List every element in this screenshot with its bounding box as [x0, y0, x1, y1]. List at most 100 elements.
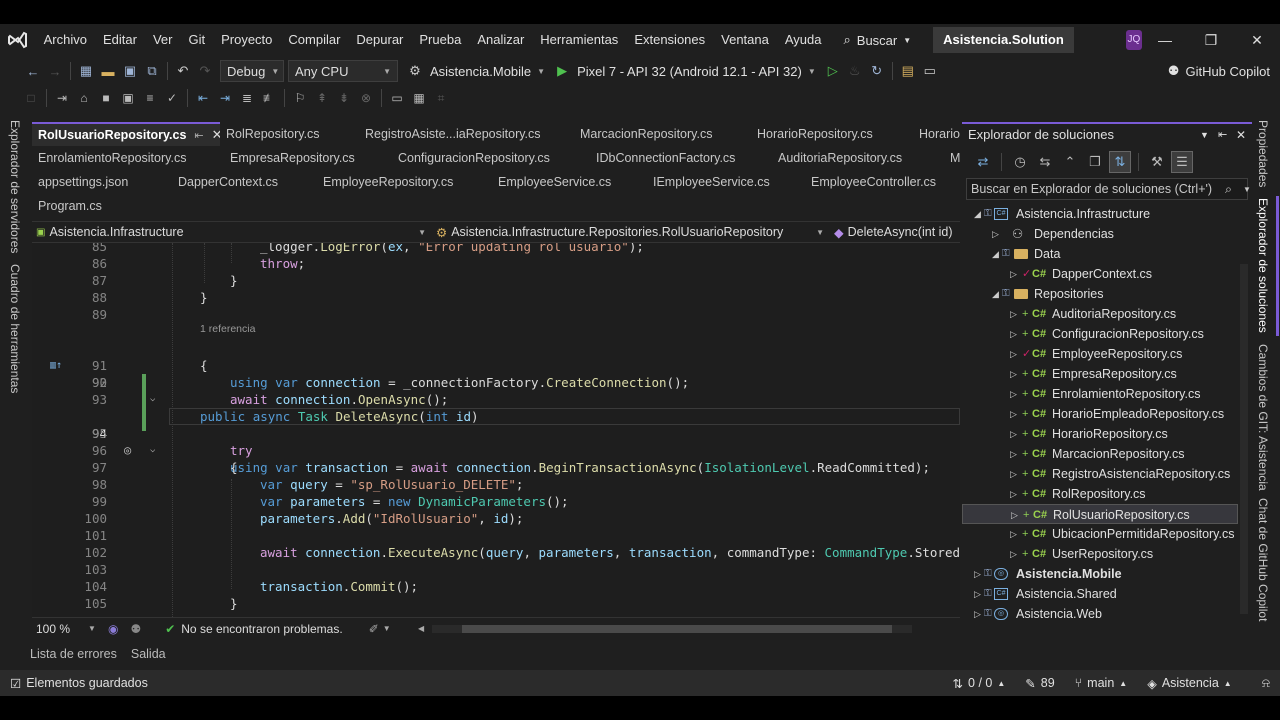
brush-icon[interactable]: ✐ — [369, 622, 379, 636]
tab-horariorepository[interactable]: HorarioRepository.cs — [751, 122, 913, 146]
collapsed-arrow-icon[interactable]: ▷ — [1010, 384, 1017, 404]
pin-icon[interactable]: ⇤ — [194, 130, 203, 142]
tab-m[interactable]: M — [944, 146, 960, 170]
clear-bookmarks-icon[interactable]: ⊗ — [355, 87, 377, 109]
export-icon[interactable]: ⇥ — [51, 87, 73, 109]
open-folder-icon[interactable]: ▬ — [97, 60, 119, 82]
collapsed-arrow-icon[interactable]: ▷ — [1010, 444, 1017, 464]
vertical-scrollbar[interactable] — [1240, 264, 1248, 614]
startup-project-select[interactable]: Asistencia.Mobile — [430, 64, 531, 79]
server-explorer-tab[interactable]: Explorador de servidores — [8, 120, 22, 253]
folder-icon[interactable]: ▤ — [897, 60, 919, 82]
new-project-icon[interactable]: ▦ — [75, 60, 97, 82]
tab-marcacionrepository[interactable]: MarcacionRepository.cs — [574, 122, 750, 146]
expanded-arrow-icon[interactable]: ◢ — [974, 204, 981, 224]
tree-file[interactable]: ▷ + C# UbicacionPermitidaRepository.cs — [962, 524, 1238, 544]
toolbox-tab[interactable]: Cuadro de herramientas — [8, 264, 22, 393]
tab-error-list[interactable]: Lista de errores — [30, 647, 117, 661]
menu-herramientas[interactable]: Herramientas — [532, 24, 626, 56]
bookmark-icon[interactable]: ⚐ — [289, 87, 311, 109]
tree-project-shared[interactable]: ▷ ⚿ C# Asistencia.Shared — [962, 584, 1238, 604]
search-button[interactable]: ⌕ Buscar ▼ — [836, 32, 920, 48]
collapsed-arrow-icon[interactable]: ▷ — [1010, 524, 1017, 544]
tree-file[interactable]: ▷ + C# UserRepository.cs — [962, 544, 1238, 564]
layout-icon[interactable]: ▭ — [919, 60, 941, 82]
wrench-icon[interactable]: ⚒ — [1146, 151, 1168, 173]
tab-employeeservice[interactable]: EmployeeService.cs — [492, 170, 648, 194]
properties-icon[interactable]: ⇅ — [1109, 151, 1131, 173]
tab-auditoriarepository[interactable]: AuditoriaRepository.cs — [772, 146, 944, 170]
chevron-down-icon[interactable]: ▼ — [383, 624, 391, 633]
tree-file[interactable]: ▷ + C# EmpresaRepository.cs — [962, 364, 1238, 384]
menu-ayuda[interactable]: Ayuda — [777, 24, 830, 56]
close-icon[interactable]: ✕ — [1236, 124, 1246, 146]
type-dropdown[interactable]: ⚙ Asistencia.Infrastructure.Repositories… — [432, 222, 830, 242]
tree-file[interactable]: ▷ + C# ConfiguracionRepository.cs — [962, 324, 1238, 344]
start-without-debugging-icon[interactable]: ▷ — [822, 60, 844, 82]
format-icon[interactable]: ≡ — [139, 87, 161, 109]
tab-enrolamientorepository[interactable]: EnrolamientoRepository.cs — [32, 146, 224, 170]
prev-bookmark-icon[interactable]: ⇞ — [311, 87, 333, 109]
tab-program[interactable]: Program.cs — [32, 194, 132, 218]
preview-icon[interactable]: ☰ — [1171, 151, 1193, 173]
tree-file[interactable]: ▷ ✓ C# DapperContext.cs — [962, 264, 1238, 284]
publish-icon[interactable]: ⌂ — [73, 87, 95, 109]
save-icon[interactable]: ▣ — [119, 60, 141, 82]
menu-extensiones[interactable]: Extensiones — [626, 24, 713, 56]
collapsed-arrow-icon[interactable]: ▷ — [1010, 324, 1017, 344]
member-dropdown[interactable]: ◆ DeleteAsync(int id) — [830, 222, 960, 242]
indent-icon[interactable]: ⇥ — [214, 87, 236, 109]
close-icon[interactable]: ✕ — [212, 127, 220, 142]
collapsed-arrow-icon[interactable]: ▷ — [1010, 424, 1017, 444]
menu-editar[interactable]: Editar — [95, 24, 145, 56]
collapsed-arrow-icon[interactable]: ▷ — [992, 224, 999, 244]
menu-archivo[interactable]: Archivo — [36, 24, 95, 56]
close-icon[interactable]: ✕ — [1234, 32, 1280, 49]
notifications-button[interactable]: ⍾ — [1242, 676, 1280, 691]
tree-file[interactable]: ▷ + C# AuditoriaRepository.cs — [962, 304, 1238, 324]
github-copilot-button[interactable]: ⚉ GitHub Copilot — [1168, 63, 1270, 79]
uncomment-icon[interactable]: ≢ — [258, 87, 280, 109]
breakpoint-icon[interactable]: □ — [20, 87, 42, 109]
tree-file[interactable]: ▷ + C# EnrolamientoRepository.cs — [962, 384, 1238, 404]
scrollbar-thumb[interactable] — [462, 625, 892, 633]
tab-configuracionrepository[interactable]: ConfiguracionRepository.cs — [392, 146, 590, 170]
tab-output[interactable]: Salida — [131, 647, 166, 661]
chevron-down-icon[interactable]: ▼ — [88, 624, 96, 633]
solution-explorer-tab[interactable]: Explorador de soluciones — [1256, 198, 1270, 333]
window-icon[interactable]: ▭ — [386, 87, 408, 109]
tab-dappercontext[interactable]: DapperContext.cs — [172, 170, 318, 194]
run-target-button[interactable]: Pixel 7 - API 32 (Android 12.1 - API 32) — [577, 64, 802, 79]
configuration-select[interactable]: Debug ▼ — [220, 60, 284, 82]
git-changes-tab[interactable]: Cambios de GIT: Asistencia — [1256, 344, 1270, 491]
scroll-left-icon[interactable]: ◀ — [418, 624, 424, 633]
tab-empresarepository[interactable]: EmpresaRepository.cs — [224, 146, 392, 170]
tree-file[interactable]: ▷ + C# RolRepository.cs — [962, 484, 1238, 504]
horizontal-scrollbar[interactable] — [432, 625, 912, 633]
collapsed-arrow-icon[interactable]: ▷ — [974, 564, 981, 584]
tree-project-mobile[interactable]: ▷ ⚿ ◎ Asistencia.Mobile — [962, 564, 1238, 584]
tab-rolrepository[interactable]: RolRepository.cs — [220, 122, 360, 146]
tree-file[interactable]: ▷ + C# RegistroAsistenciaRepository.cs — [962, 464, 1238, 484]
collapsed-arrow-icon[interactable]: ▷ — [974, 604, 981, 624]
grid-icon[interactable]: ▦ — [408, 87, 430, 109]
expanded-arrow-icon[interactable]: ◢ — [992, 244, 999, 264]
tab-appsettings[interactable]: appsettings.json — [32, 170, 172, 194]
tab-idbconnectionfactory[interactable]: IDbConnectionFactory.cs — [590, 146, 772, 170]
menu-prueba[interactable]: Prueba — [411, 24, 469, 56]
collapsed-arrow-icon[interactable]: ▷ — [1010, 484, 1017, 504]
collapsed-arrow-icon[interactable]: ▷ — [1010, 264, 1017, 284]
expanded-arrow-icon[interactable]: ◢ — [992, 284, 999, 304]
minimize-icon[interactable]: — — [1142, 32, 1188, 49]
tab-horario[interactable]: Horario — [913, 122, 960, 146]
tree-file[interactable]: ▷ + C# HorarioEmpleadoRepository.cs — [962, 404, 1238, 424]
collapsed-arrow-icon[interactable]: ▷ — [1010, 544, 1017, 564]
intellicode-icon[interactable]: ⚉ — [130, 622, 141, 636]
restore-icon[interactable]: ❐ — [1188, 32, 1234, 49]
menu-ventana[interactable]: Ventana — [713, 24, 777, 56]
tab-rolusuariorepository[interactable]: RolUsuarioRepository.cs ⇤ ✕ — [32, 122, 220, 146]
collapse-icon[interactable]: ⌵ — [150, 442, 155, 459]
codelens-references[interactable]: 1 referencia — [200, 323, 255, 335]
next-bookmark-icon[interactable]: ⇟ — [333, 87, 355, 109]
play-icon[interactable]: ▶ — [551, 60, 573, 82]
